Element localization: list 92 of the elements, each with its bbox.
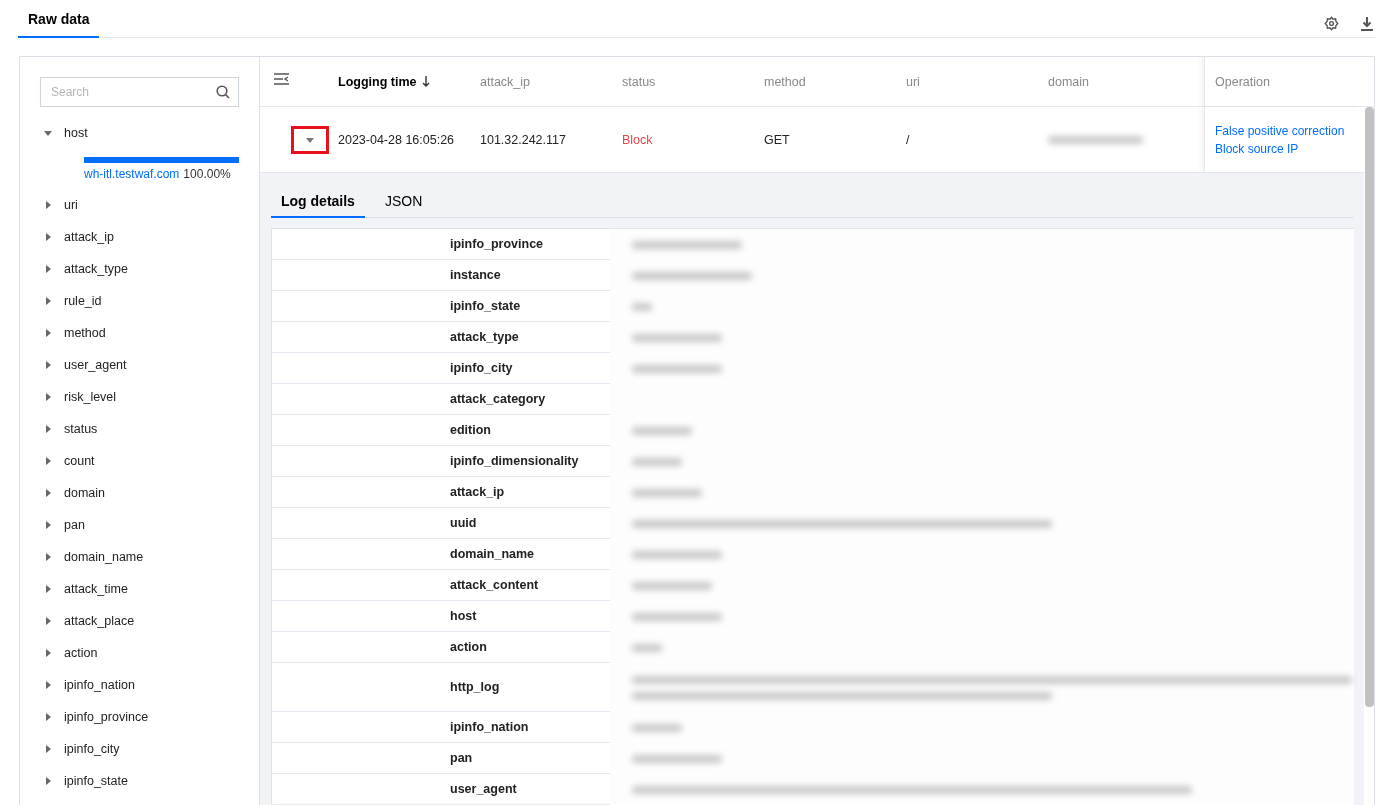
field-label: rule_id [64,294,102,308]
column-header[interactable]: method [764,74,806,89]
field-tree-item[interactable]: attack_type [40,253,239,285]
status-text: Block [622,132,653,147]
download-icon[interactable] [1359,15,1375,31]
table-cell: 2023-04-28 16:05:26 [338,132,455,147]
field-tree-item[interactable]: method [40,317,239,349]
field-label: attack_ip [64,230,115,244]
field-tree-item[interactable]: risk_level [40,381,239,413]
search-icon [216,85,230,99]
field-tree-item[interactable]: pan [40,509,239,541]
details-tab[interactable]: Log details [271,187,365,218]
detail-key: host [450,609,477,623]
field-tree-item[interactable]: status [40,413,239,445]
field-label: count [64,454,95,468]
percent-text: 100.00% [183,167,231,181]
field-label: method [64,326,106,340]
column-header[interactable]: Logging time [338,74,417,89]
scrollbar[interactable] [1365,107,1374,707]
field-label: status [64,422,98,436]
search-field[interactable]: Search [40,77,239,107]
column-header[interactable]: attack_ip [480,74,531,89]
detail-key: edition [450,423,491,437]
column-settings-icon[interactable] [274,73,289,85]
field-label: risk_level [64,390,117,404]
field-label: action [64,646,98,660]
field-tree-item[interactable]: ipinfo_state [40,765,239,797]
column-header[interactable]: uri [906,74,920,89]
detail-key: ipinfo_nation [450,720,529,734]
field-label: ipinfo_nation [64,678,135,692]
field-label: user_agent [64,358,127,372]
field-tree-item[interactable]: uri [40,189,239,221]
field-tree-item[interactable]: count [40,445,239,477]
detail-key: domain_name [450,547,535,561]
detail-key: action [450,640,487,654]
field-label: pan [64,518,85,532]
detail-key: ipinfo_state [450,299,521,313]
detail-key: instance [450,268,501,282]
field-tree-item[interactable]: domain [40,477,239,509]
field-label: attack_place [64,614,135,628]
blurred-value [632,457,682,466]
field-tree-item[interactable]: rule_id [40,285,239,317]
field-label: domain [64,486,105,500]
field-tree-item[interactable]: host [40,117,239,149]
field-tree-item[interactable]: ipinfo_city [40,733,239,765]
blurred-value [632,723,682,732]
field-label: uri [64,198,78,212]
field-label: attack_time [64,582,128,596]
sort-down-icon[interactable] [422,76,431,87]
detail-key: attack_category [450,392,546,406]
table-cell: 101.32.242.117 [480,132,566,147]
detail-key: attack_ip [450,485,505,499]
details-tab[interactable]: JSON [374,187,433,218]
field-tree-item[interactable]: attack_ip [40,221,239,253]
field-label: ipinfo_city [64,742,120,756]
detail-key: user_agent [450,782,517,796]
detail-key: ipinfo_dimensionality [450,454,579,468]
expand-toggle[interactable] [291,125,329,154]
field-tree-item[interactable]: user_agent [40,349,239,381]
field-label: host [64,126,88,140]
detail-key: attack_type [450,330,519,344]
operation-link[interactable]: Block source IP [1215,141,1299,156]
column-header[interactable]: domain [1048,74,1089,89]
table-cell: GET [764,132,790,147]
detail-key: ipinfo_province [450,237,544,251]
caret-icon [306,135,314,144]
field-tree-item[interactable]: attack_place [40,605,239,637]
blurred-value [632,488,702,497]
field-label: domain_name [64,550,144,564]
detail-key: pan [450,751,473,765]
settings-icon[interactable] [1323,15,1339,31]
detail-key: http_log [450,680,500,694]
field-tree-item[interactable]: ipinfo_nation [40,669,239,701]
table-cell: / [906,132,910,147]
column-header[interactable]: status [622,74,656,89]
field-label: ipinfo_state [64,774,128,788]
blurred-value [632,643,662,652]
value-link[interactable]: wh-itl.testwaf.com [84,167,180,181]
field-label: ipinfo_province [64,710,149,724]
operation-link[interactable]: False positive correction [1215,123,1345,138]
page-tab[interactable]: Raw data [18,11,100,38]
detail-key: uuid [450,516,477,530]
field-tree-item[interactable]: action [40,637,239,669]
operation-header: Operation [1204,57,1362,106]
blurred-value [632,302,652,311]
detail-key: ipinfo_city [450,361,513,375]
detail-key: attack_content [450,578,539,592]
field-tree-item[interactable]: domain_name [40,541,239,573]
field-tree-item[interactable]: attack_time [40,573,239,605]
field-tree-item[interactable]: ipinfo_province [40,701,239,733]
field-label: attack_type [64,262,128,276]
blurred-value [632,426,692,435]
